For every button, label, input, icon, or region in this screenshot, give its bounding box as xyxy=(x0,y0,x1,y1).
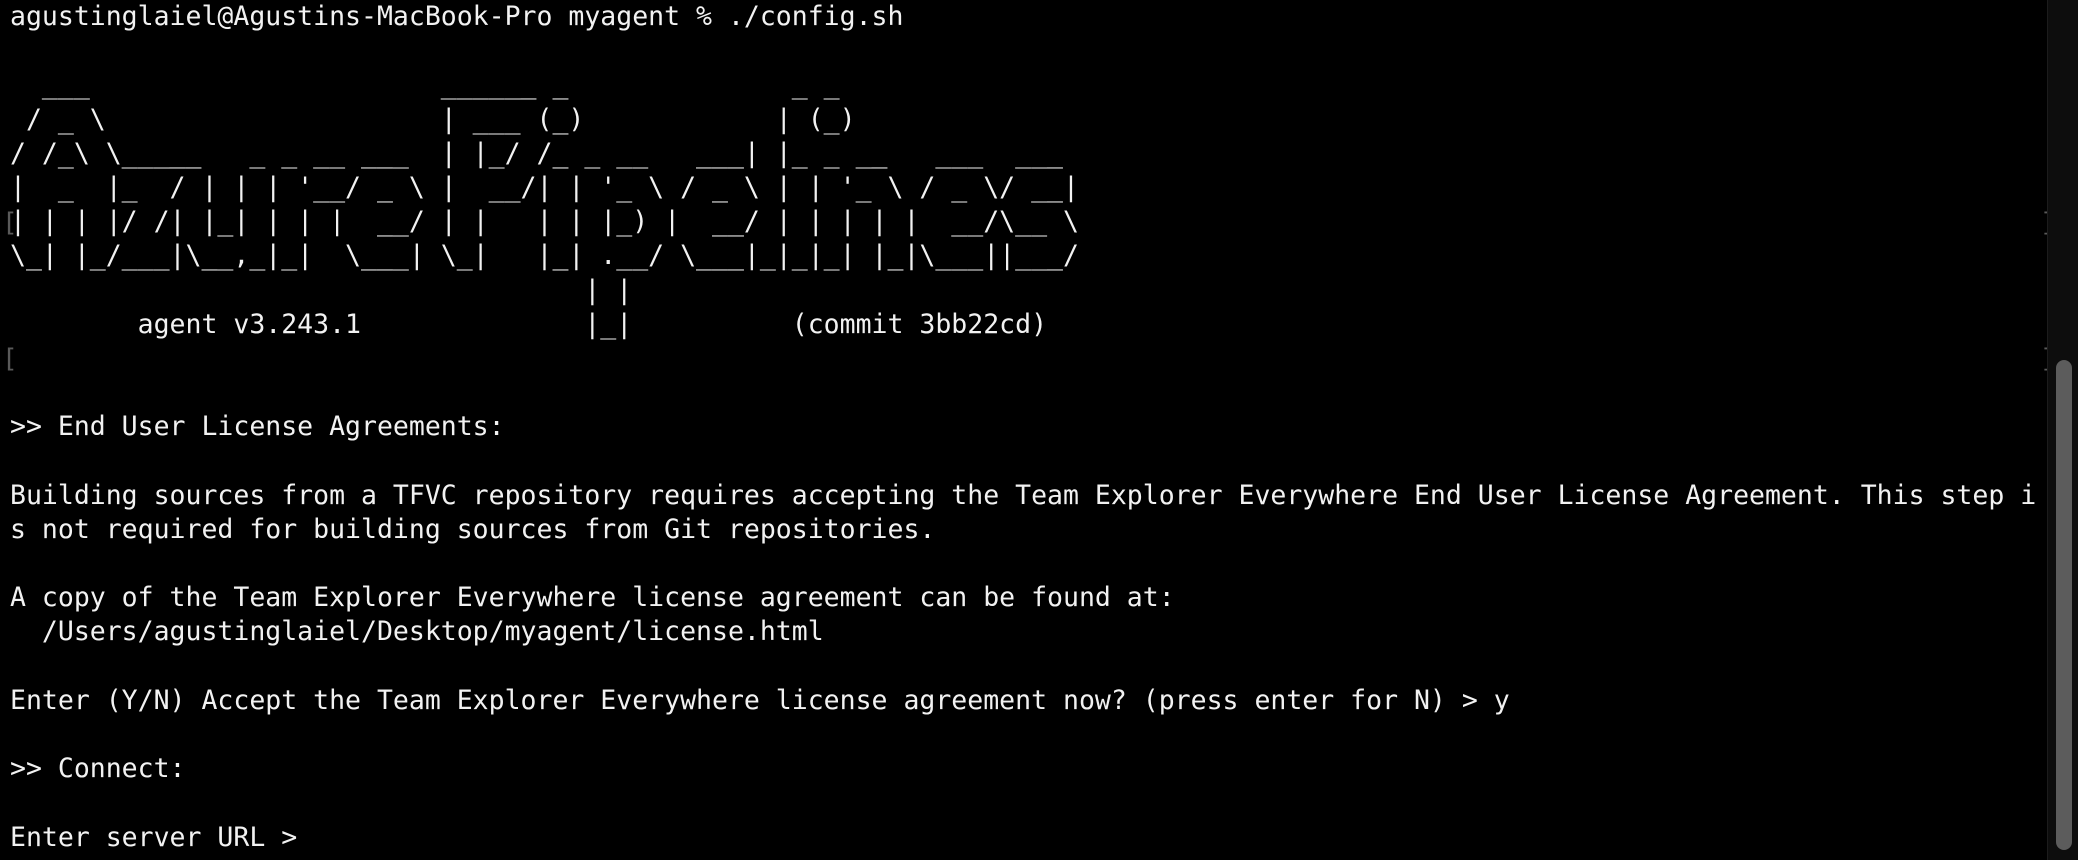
ascii-banner-line: / /_\ \_____ _ _ __ ___ | |_/ /_ _ __ __… xyxy=(10,137,1063,169)
eula-header: >> End User License Agreements: xyxy=(10,411,505,443)
command-prompt-line: agustinglaiel@Agustins-MacBook-Pro myage… xyxy=(10,1,904,32)
scrollbar-thumb[interactable] xyxy=(2056,360,2072,850)
ascii-banner-line: \_| |_/___|\__,_|_| \___| \_| |_| .__/ \… xyxy=(10,240,1079,272)
line-wrap-marker-left: [ xyxy=(2,208,18,238)
accept-license-prompt: Enter (Y/N) Accept the Team Explorer Eve… xyxy=(10,684,1510,716)
eula-text-continued: s not required for building sources from… xyxy=(10,513,936,545)
terminal-output[interactable]: agustinglaiel@Agustins-MacBook-Pro myage… xyxy=(10,0,2040,855)
eula-text: Building sources from a TFVC repository … xyxy=(10,479,2037,511)
ascii-banner-line: | | xyxy=(10,274,633,306)
agent-version-line: agent v3.243.1 |_| (commit 3bb22cd) xyxy=(10,308,1048,340)
license-path: /Users/agustinglaiel/Desktop/myagent/lic… xyxy=(10,616,824,648)
scrollbar-track[interactable] xyxy=(2047,0,2078,860)
server-url-prompt: Enter server URL > xyxy=(10,821,314,853)
ascii-banner-line xyxy=(10,34,2040,68)
ascii-banner-line: | | | |/ /| |_| | | | __/ | | | | |_) | … xyxy=(10,206,1079,238)
ascii-banner-line xyxy=(10,342,2040,376)
license-intro: A copy of the Team Explorer Everywhere l… xyxy=(10,582,1175,614)
terminal-window[interactable]: agustinglaiel@Agustins-MacBook-Pro myage… xyxy=(0,0,2078,860)
ascii-banner-line: / _ \ | ___ (_) | (_) xyxy=(10,103,856,135)
ascii-banner-line: | _ |_ / | | | '__/ _ \ | __/| | '_ \ / … xyxy=(10,171,1079,203)
ascii-banner-line: ___ ______ _ _ _ xyxy=(10,69,840,101)
connect-header: >> Connect: xyxy=(10,753,186,785)
line-wrap-marker-left: [ xyxy=(2,344,18,374)
